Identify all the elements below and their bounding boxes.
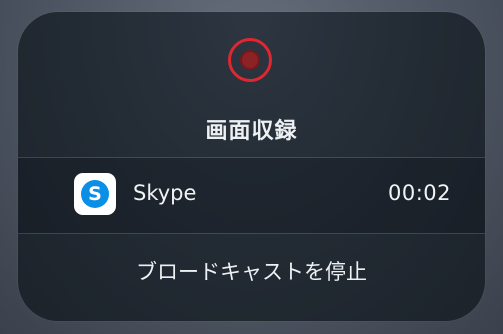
panel-title: 画面収録 xyxy=(205,119,298,144)
app-name: Skype xyxy=(133,181,197,205)
skype-icon: S xyxy=(74,173,116,215)
screen-recording-panel: 画面収録 S Skype 00:02 ブロードキャストを停止 xyxy=(18,12,485,321)
record-icon xyxy=(228,38,272,82)
record-dot xyxy=(240,50,260,70)
stop-broadcast-button[interactable]: ブロードキャストを停止 xyxy=(18,234,485,321)
elapsed-time: 00:02 xyxy=(387,181,451,205)
skype-logo: S xyxy=(81,180,109,208)
broadcast-app-row[interactable]: S Skype 00:02 xyxy=(18,158,485,233)
